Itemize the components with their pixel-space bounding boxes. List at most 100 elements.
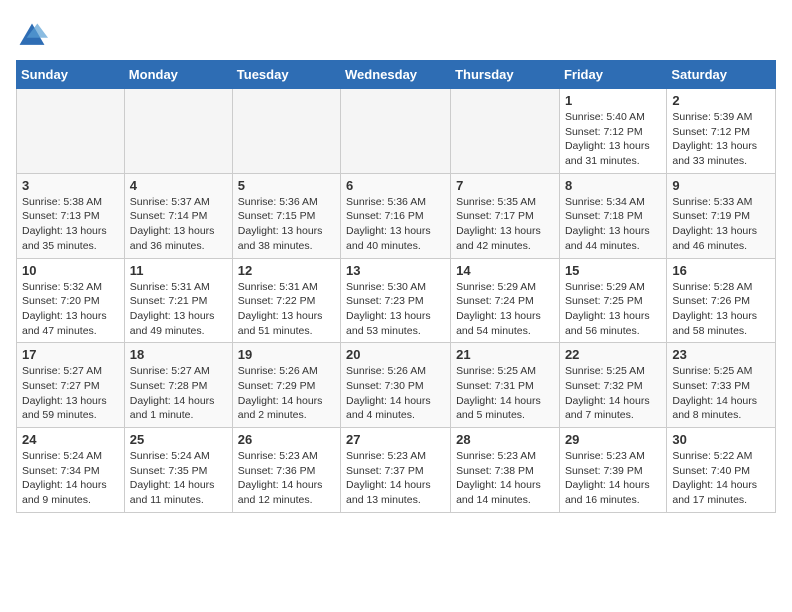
day-detail: Sunrise: 5:25 AMSunset: 7:32 PMDaylight:…	[565, 364, 661, 423]
day-detail: Sunrise: 5:23 AMSunset: 7:37 PMDaylight:…	[346, 449, 445, 508]
day-cell: 11 Sunrise: 5:31 AMSunset: 7:21 PMDayligh…	[124, 258, 232, 343]
day-number: 22	[565, 347, 661, 362]
day-detail: Sunrise: 5:39 AMSunset: 7:12 PMDaylight:…	[672, 110, 770, 169]
day-detail: Sunrise: 5:26 AMSunset: 7:30 PMDaylight:…	[346, 364, 445, 423]
day-cell: 14 Sunrise: 5:29 AMSunset: 7:24 PMDayligh…	[451, 258, 560, 343]
weekday-header-row: SundayMondayTuesdayWednesdayThursdayFrid…	[17, 61, 776, 89]
day-number: 26	[238, 432, 335, 447]
day-number: 18	[130, 347, 227, 362]
day-detail: Sunrise: 5:25 AMSunset: 7:33 PMDaylight:…	[672, 364, 770, 423]
day-number: 24	[22, 432, 119, 447]
day-number: 27	[346, 432, 445, 447]
day-detail: Sunrise: 5:35 AMSunset: 7:17 PMDaylight:…	[456, 195, 554, 254]
day-number: 25	[130, 432, 227, 447]
weekday-header-wednesday: Wednesday	[341, 61, 451, 89]
day-detail: Sunrise: 5:40 AMSunset: 7:12 PMDaylight:…	[565, 110, 661, 169]
day-cell: 29Sunrise: 5:23 AMSunset: 7:39 PMDayligh…	[559, 428, 666, 513]
day-number: 20	[346, 347, 445, 362]
day-number: 28	[456, 432, 554, 447]
day-number: 15	[565, 263, 661, 278]
day-cell	[124, 89, 232, 174]
weekday-header-tuesday: Tuesday	[232, 61, 340, 89]
day-number: 11	[130, 263, 227, 278]
day-number: 30	[672, 432, 770, 447]
day-cell	[341, 89, 451, 174]
day-cell	[17, 89, 125, 174]
day-cell: 1 Sunrise: 5:40 AMSunset: 7:12 PMDaylight…	[559, 89, 666, 174]
day-number: 4	[130, 178, 227, 193]
day-number: 21	[456, 347, 554, 362]
day-detail: Sunrise: 5:32 AMSunset: 7:20 PMDaylight:…	[22, 280, 119, 339]
day-cell: 2 Sunrise: 5:39 AMSunset: 7:12 PMDaylight…	[667, 89, 776, 174]
day-detail: Sunrise: 5:33 AMSunset: 7:19 PMDaylight:…	[672, 195, 770, 254]
day-number: 9	[672, 178, 770, 193]
day-cell: 28 Sunrise: 5:23 AMSunset: 7:38 PMDayligh…	[451, 428, 560, 513]
day-cell: 15 Sunrise: 5:29 AMSunset: 7:25 PMDayligh…	[559, 258, 666, 343]
day-number: 6	[346, 178, 445, 193]
day-detail: Sunrise: 5:25 AMSunset: 7:31 PMDaylight:…	[456, 364, 554, 423]
day-cell: 21 Sunrise: 5:25 AMSunset: 7:31 PMDayligh…	[451, 343, 560, 428]
day-cell: 4 Sunrise: 5:37 AMSunset: 7:14 PMDaylight…	[124, 173, 232, 258]
day-cell: 16Sunrise: 5:28 AMSunset: 7:26 PMDayligh…	[667, 258, 776, 343]
week-row-2: 3 Sunrise: 5:38 AMSunset: 7:13 PMDaylight…	[17, 173, 776, 258]
weekday-header-thursday: Thursday	[451, 61, 560, 89]
day-number: 2	[672, 93, 770, 108]
day-number: 19	[238, 347, 335, 362]
day-cell: 12Sunrise: 5:31 AMSunset: 7:22 PMDayligh…	[232, 258, 340, 343]
day-detail: Sunrise: 5:30 AMSunset: 7:23 PMDaylight:…	[346, 280, 445, 339]
day-cell: 18 Sunrise: 5:27 AMSunset: 7:28 PMDayligh…	[124, 343, 232, 428]
day-detail: Sunrise: 5:22 AMSunset: 7:40 PMDaylight:…	[672, 449, 770, 508]
day-cell: 5 Sunrise: 5:36 AMSunset: 7:15 PMDaylight…	[232, 173, 340, 258]
day-detail: Sunrise: 5:27 AMSunset: 7:27 PMDaylight:…	[22, 364, 119, 423]
day-detail: Sunrise: 5:36 AMSunset: 7:15 PMDaylight:…	[238, 195, 335, 254]
day-cell: 7 Sunrise: 5:35 AMSunset: 7:17 PMDaylight…	[451, 173, 560, 258]
day-detail: Sunrise: 5:36 AMSunset: 7:16 PMDaylight:…	[346, 195, 445, 254]
week-row-1: 1 Sunrise: 5:40 AMSunset: 7:12 PMDaylight…	[17, 89, 776, 174]
day-number: 14	[456, 263, 554, 278]
weekday-header-sunday: Sunday	[17, 61, 125, 89]
day-detail: Sunrise: 5:23 AMSunset: 7:38 PMDaylight:…	[456, 449, 554, 508]
day-detail: Sunrise: 5:27 AMSunset: 7:28 PMDaylight:…	[130, 364, 227, 423]
day-cell: 6 Sunrise: 5:36 AMSunset: 7:16 PMDaylight…	[341, 173, 451, 258]
day-detail: Sunrise: 5:28 AMSunset: 7:26 PMDaylight:…	[672, 280, 770, 339]
day-cell: 8Sunrise: 5:34 AMSunset: 7:18 PMDaylight…	[559, 173, 666, 258]
day-cell: 30 Sunrise: 5:22 AMSunset: 7:40 PMDayligh…	[667, 428, 776, 513]
day-number: 29	[565, 432, 661, 447]
day-number: 3	[22, 178, 119, 193]
weekday-header-saturday: Saturday	[667, 61, 776, 89]
weekday-header-monday: Monday	[124, 61, 232, 89]
logo	[16, 20, 52, 52]
page-header	[16, 16, 776, 52]
day-number: 5	[238, 178, 335, 193]
day-detail: Sunrise: 5:38 AMSunset: 7:13 PMDaylight:…	[22, 195, 119, 254]
day-detail: Sunrise: 5:31 AMSunset: 7:21 PMDaylight:…	[130, 280, 227, 339]
day-detail: Sunrise: 5:24 AMSunset: 7:35 PMDaylight:…	[130, 449, 227, 508]
day-cell: 27 Sunrise: 5:23 AMSunset: 7:37 PMDayligh…	[341, 428, 451, 513]
day-detail: Sunrise: 5:23 AMSunset: 7:36 PMDaylight:…	[238, 449, 335, 508]
day-cell: 19 Sunrise: 5:26 AMSunset: 7:29 PMDayligh…	[232, 343, 340, 428]
day-number: 1	[565, 93, 661, 108]
day-number: 17	[22, 347, 119, 362]
day-cell	[451, 89, 560, 174]
day-detail: Sunrise: 5:24 AMSunset: 7:34 PMDaylight:…	[22, 449, 119, 508]
day-cell: 24 Sunrise: 5:24 AMSunset: 7:34 PMDayligh…	[17, 428, 125, 513]
day-detail: Sunrise: 5:29 AMSunset: 7:24 PMDaylight:…	[456, 280, 554, 339]
day-detail: Sunrise: 5:29 AMSunset: 7:25 PMDaylight:…	[565, 280, 661, 339]
day-cell: 3 Sunrise: 5:38 AMSunset: 7:13 PMDaylight…	[17, 173, 125, 258]
day-detail: Sunrise: 5:26 AMSunset: 7:29 PMDaylight:…	[238, 364, 335, 423]
weekday-header-friday: Friday	[559, 61, 666, 89]
day-cell: 22 Sunrise: 5:25 AMSunset: 7:32 PMDayligh…	[559, 343, 666, 428]
day-cell: 26 Sunrise: 5:23 AMSunset: 7:36 PMDayligh…	[232, 428, 340, 513]
day-number: 13	[346, 263, 445, 278]
day-cell: 10Sunrise: 5:32 AMSunset: 7:20 PMDayligh…	[17, 258, 125, 343]
day-cell: 9 Sunrise: 5:33 AMSunset: 7:19 PMDaylight…	[667, 173, 776, 258]
day-number: 7	[456, 178, 554, 193]
day-cell	[232, 89, 340, 174]
day-cell: 25 Sunrise: 5:24 AMSunset: 7:35 PMDayligh…	[124, 428, 232, 513]
day-cell: 20 Sunrise: 5:26 AMSunset: 7:30 PMDayligh…	[341, 343, 451, 428]
day-detail: Sunrise: 5:31 AMSunset: 7:22 PMDaylight:…	[238, 280, 335, 339]
logo-icon	[16, 20, 48, 52]
week-row-5: 24 Sunrise: 5:24 AMSunset: 7:34 PMDayligh…	[17, 428, 776, 513]
day-detail: Sunrise: 5:37 AMSunset: 7:14 PMDaylight:…	[130, 195, 227, 254]
day-cell: 13 Sunrise: 5:30 AMSunset: 7:23 PMDayligh…	[341, 258, 451, 343]
